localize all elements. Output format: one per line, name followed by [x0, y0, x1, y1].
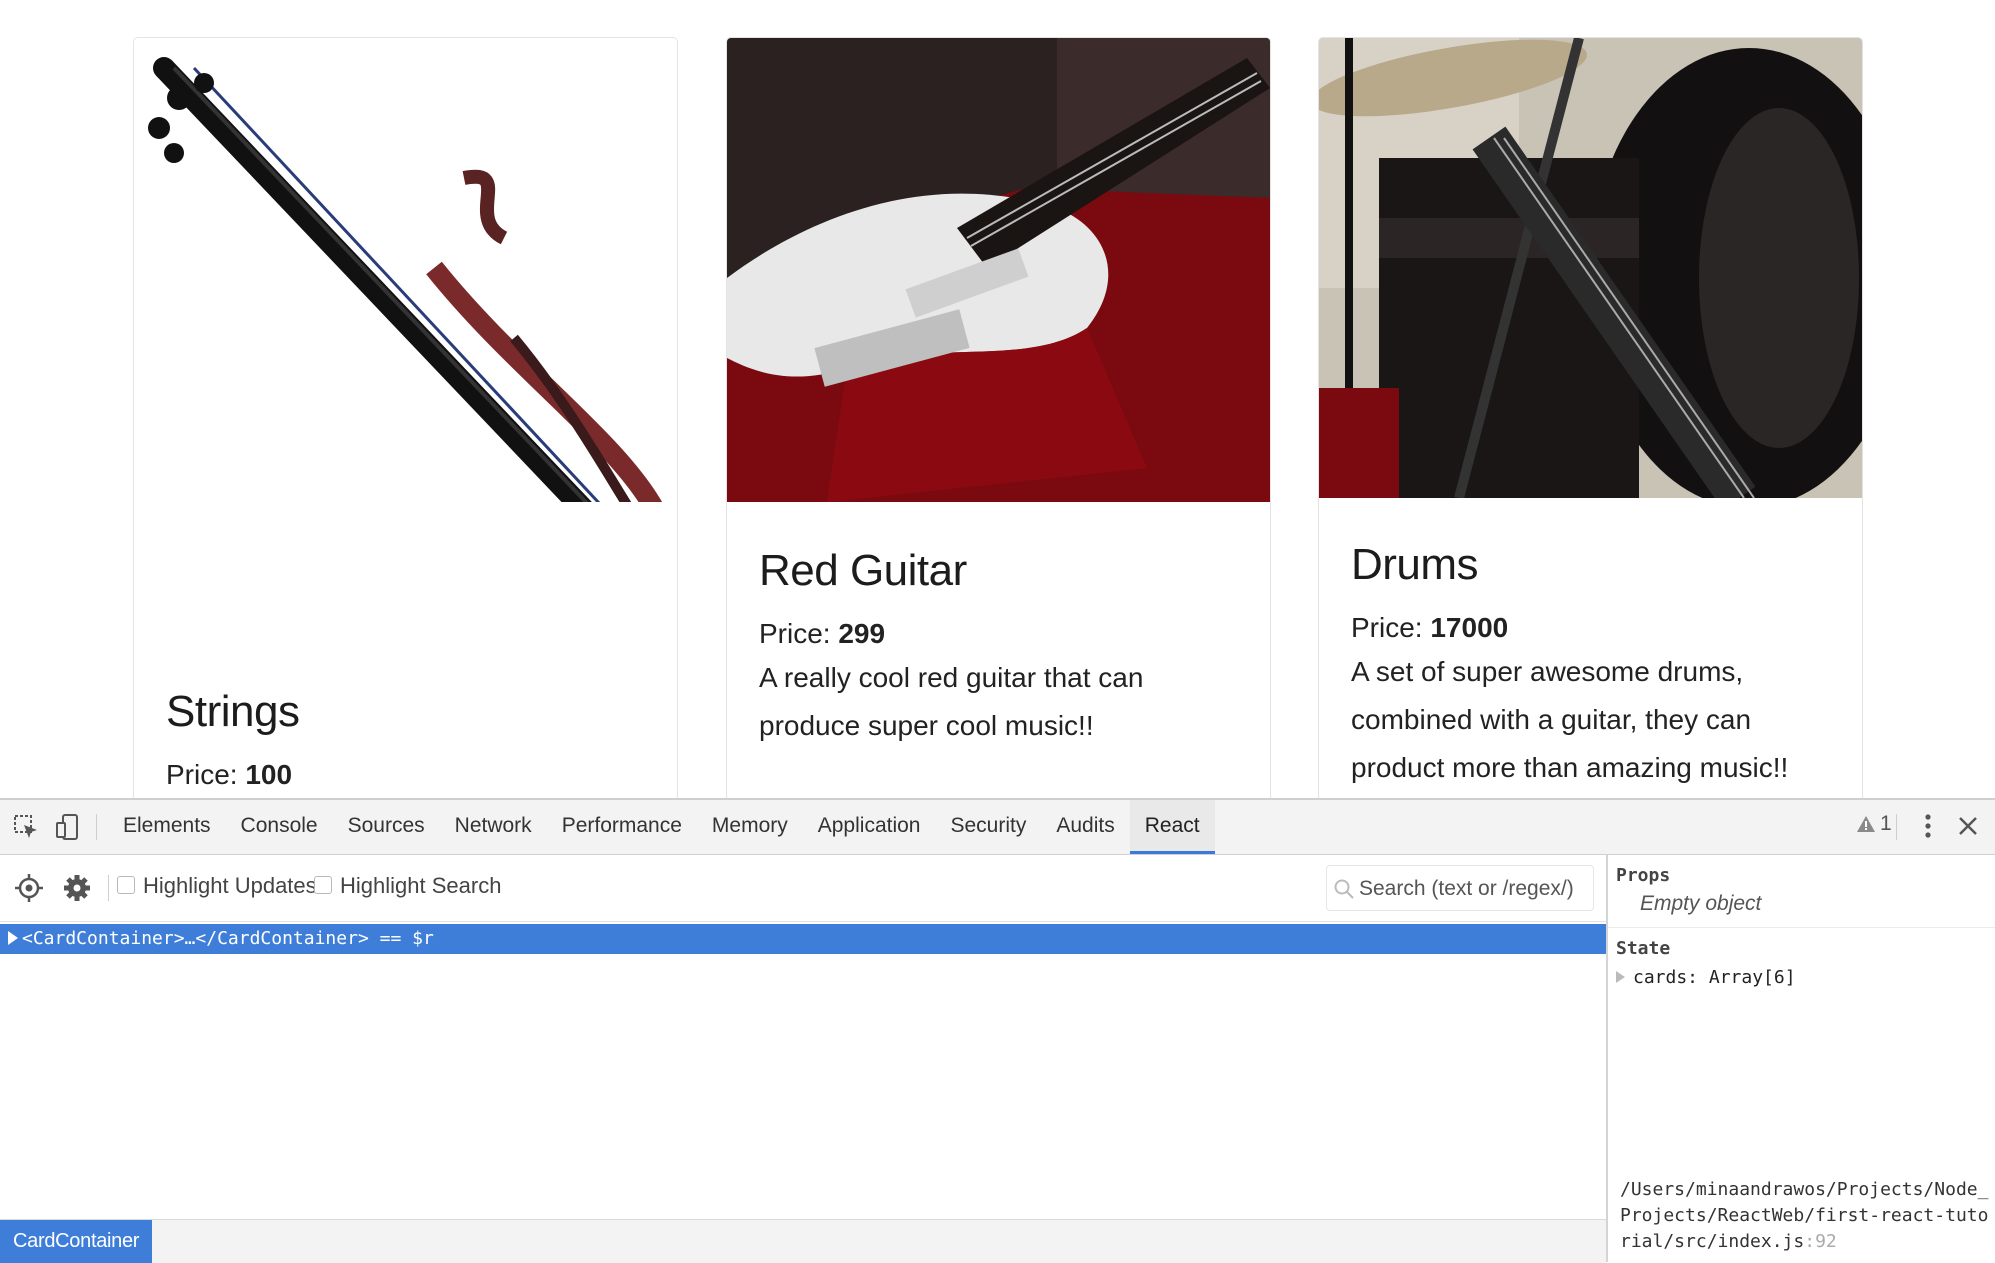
component-tree: <CardContainer>…</CardContainer> == $r [0, 922, 1606, 1219]
sidebar-divider [1608, 927, 1995, 928]
source-line: :92 [1804, 1231, 1837, 1252]
inspect-element-icon[interactable] [12, 813, 40, 841]
product-card-drums: Drums Price: 17000 A set of super awesom… [1318, 37, 1863, 798]
card-price: Price: 17000 [1351, 612, 1832, 644]
source-location[interactable]: /Users/minaandrawos/Projects/Node_Projec… [1620, 1177, 1990, 1255]
tab-memory[interactable]: Memory [697, 800, 803, 854]
close-icon[interactable] [1954, 812, 1982, 840]
price-label: Price: [166, 759, 238, 790]
tabbar-divider [96, 814, 97, 840]
tab-network[interactable]: Network [440, 800, 547, 854]
search-input[interactable] [1357, 866, 1591, 912]
toolbar-divider [108, 875, 109, 901]
product-card-red-guitar: Red Guitar Price: 299 A really cool red … [726, 37, 1271, 798]
card-title: Red Guitar [759, 546, 967, 595]
breadcrumb: CardContainer [0, 1219, 1606, 1263]
card-title: Strings [166, 687, 300, 736]
devtools-tabs: Elements Console Sources Network Perform… [108, 800, 1215, 854]
state-value: Array[6] [1708, 967, 1796, 988]
red-guitar-image [727, 38, 1270, 502]
react-toolbar: Highlight Updates Highlight Search [0, 855, 1606, 922]
props-heading: Props [1616, 865, 1671, 886]
warnings-indicator[interactable]: 1 [1856, 812, 1892, 836]
expand-caret-icon[interactable] [1616, 971, 1625, 983]
price-label: Price: [1351, 612, 1423, 643]
violin-image [134, 38, 677, 502]
tab-audits[interactable]: Audits [1041, 800, 1129, 854]
price-label: Price: [759, 618, 831, 649]
more-options-icon[interactable] [1914, 810, 1942, 842]
device-toolbar-icon[interactable] [54, 813, 82, 841]
tab-react[interactable]: React [1129, 800, 1215, 854]
price-value: 299 [838, 618, 886, 649]
props-empty-text: Empty object [1640, 892, 1762, 915]
warning-count: 1 [1880, 812, 1892, 835]
tree-row-selected[interactable]: <CardContainer>…</CardContainer> == $r [0, 924, 1606, 954]
breadcrumb-item[interactable]: CardContainer [0, 1220, 153, 1263]
props-state-sidebar: Props Empty object State cards: Array[6]… [1606, 855, 1995, 1262]
card-body: Drums Price: 17000 A set of super awesom… [1351, 540, 1832, 792]
card-description: A set of super awesome drums, combined w… [1351, 656, 1789, 783]
warning-icon [1857, 816, 1875, 832]
tab-performance[interactable]: Performance [547, 800, 697, 854]
tab-application[interactable]: Application [803, 800, 936, 854]
card-price: Price: 100 [166, 759, 647, 791]
search-box [1326, 865, 1594, 912]
tabbar-divider [1896, 814, 1897, 840]
tab-elements[interactable]: Elements [108, 800, 226, 854]
drums-image [1319, 38, 1862, 498]
state-heading: State [1616, 938, 1671, 959]
devtools-tabbar: Elements Console Sources Network Perform… [0, 800, 1995, 855]
card-price: Price: 299 [759, 618, 1240, 650]
tab-console[interactable]: Console [226, 800, 333, 854]
card-body: Red Guitar Price: 299 A really cool red … [759, 546, 1240, 750]
search-icon [1334, 879, 1354, 899]
card-title: Drums [1351, 540, 1479, 589]
gear-icon[interactable] [62, 873, 92, 903]
highlight-updates-checkbox[interactable] [117, 876, 135, 894]
tab-security[interactable]: Security [935, 800, 1041, 854]
price-value: 100 [245, 759, 293, 790]
card-body: Strings Price: 100 [166, 687, 647, 791]
devtools-panel: Elements Console Sources Network Perform… [0, 798, 1995, 1263]
highlight-updates-label: Highlight Updates [143, 873, 317, 898]
state-key: cards: [1633, 967, 1699, 988]
target-icon[interactable] [14, 873, 44, 903]
card-description: A really cool red guitar that can produc… [759, 662, 1144, 741]
expand-caret-icon[interactable] [8, 931, 18, 945]
state-item-cards[interactable]: cards: Array[6] [1616, 967, 1796, 988]
web-page: Strings Price: 100 Red Guitar Price: 299 [0, 0, 1995, 798]
highlight-search-label: Highlight Search [340, 873, 502, 898]
price-value: 17000 [1430, 612, 1509, 643]
tree-row-text: <CardContainer>…</CardContainer> == $r [22, 928, 434, 949]
product-card-strings: Strings Price: 100 [133, 37, 678, 798]
highlight-search-checkbox[interactable] [314, 876, 332, 894]
tab-sources[interactable]: Sources [333, 800, 440, 854]
